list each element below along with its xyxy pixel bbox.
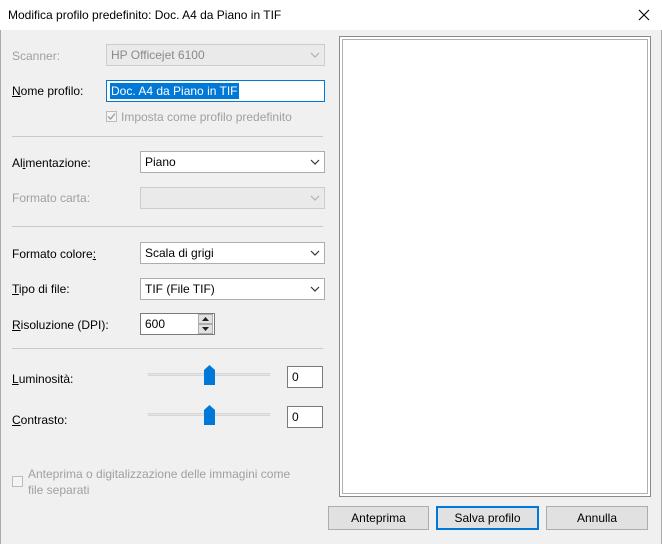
contrast-slider-thumb[interactable]	[204, 405, 215, 425]
profile-name-value: Doc. A4 da Piano in TIF	[110, 83, 239, 99]
feed-label: Alimentazione:	[12, 156, 91, 170]
slider-thumb-icon	[204, 365, 215, 385]
chevron-down-icon	[310, 250, 320, 256]
default-profile-checkbox	[106, 111, 117, 122]
brightness-slider-thumb[interactable]	[204, 365, 215, 385]
arrow-down-icon	[202, 327, 209, 331]
feed-dropdown[interactable]: Piano	[140, 151, 325, 173]
save-profile-button[interactable]: Salva profilo	[436, 506, 539, 530]
separate-files-label-line2: file separati	[28, 483, 90, 497]
separate-files-checkbox	[12, 476, 23, 487]
scanner-value: HP Officejet 6100	[111, 48, 205, 62]
brightness-value: 0	[292, 370, 299, 384]
arrow-up-icon	[202, 317, 209, 321]
slider-thumb-icon	[204, 405, 215, 425]
paper-size-dropdown	[140, 187, 325, 209]
separator-1	[12, 136, 323, 137]
color-format-dropdown[interactable]: Scala di grigi	[140, 242, 325, 264]
file-type-dropdown[interactable]: TIF (File TIF)	[140, 278, 325, 300]
close-icon	[638, 9, 650, 21]
spin-up-button[interactable]	[198, 314, 213, 324]
separator-2	[12, 226, 323, 227]
contrast-value: 0	[292, 410, 299, 424]
file-type-label: Tipo di file:	[12, 282, 70, 296]
chevron-down-icon	[310, 159, 320, 165]
save-profile-button-label: Salva profilo	[454, 511, 521, 525]
default-profile-label: Imposta come profilo predefinito	[121, 110, 292, 124]
spin-down-button[interactable]	[198, 324, 213, 334]
profile-name-input[interactable]: Doc. A4 da Piano in TIF	[106, 80, 325, 102]
chevron-down-icon	[310, 52, 320, 58]
resolution-spinner[interactable]: 600	[140, 313, 215, 335]
brightness-input[interactable]: 0	[287, 366, 323, 388]
file-type-value: TIF (File TIF)	[145, 282, 215, 296]
preview-button[interactable]: Anteprima	[328, 506, 429, 530]
close-button[interactable]	[626, 0, 662, 30]
scanner-dropdown: HP Officejet 6100	[106, 44, 325, 66]
chevron-down-icon	[310, 286, 320, 292]
color-format-value: Scala di grigi	[145, 246, 214, 260]
scanner-label: Scanner:	[12, 49, 61, 63]
resolution-value: 600	[145, 317, 166, 331]
color-format-label: Formato colore:	[12, 247, 97, 261]
preview-button-label: Anteprima	[351, 511, 406, 525]
scan-preview-pane	[339, 36, 651, 497]
profile-name-label: Nome profilo:	[12, 84, 84, 98]
paper-size-label: Formato carta:	[12, 191, 91, 205]
window-border-left	[0, 30, 1, 544]
cancel-button[interactable]: Annulla	[546, 506, 648, 530]
contrast-label: Contrasto:	[12, 413, 68, 427]
resolution-label: Risoluzione (DPI):	[12, 318, 109, 332]
checkmark-icon	[107, 113, 116, 120]
cancel-button-label: Annulla	[576, 511, 618, 525]
separator-3	[12, 348, 323, 349]
feed-value: Piano	[145, 155, 176, 169]
contrast-input[interactable]: 0	[287, 406, 323, 428]
window-title: Modifica profilo predefinito: Doc. A4 da…	[8, 8, 282, 22]
brightness-label: Luminosità:	[12, 372, 74, 386]
chevron-down-icon	[310, 195, 320, 201]
separate-files-label-line1: Anteprima o digitalizzazione delle immag…	[28, 467, 291, 481]
